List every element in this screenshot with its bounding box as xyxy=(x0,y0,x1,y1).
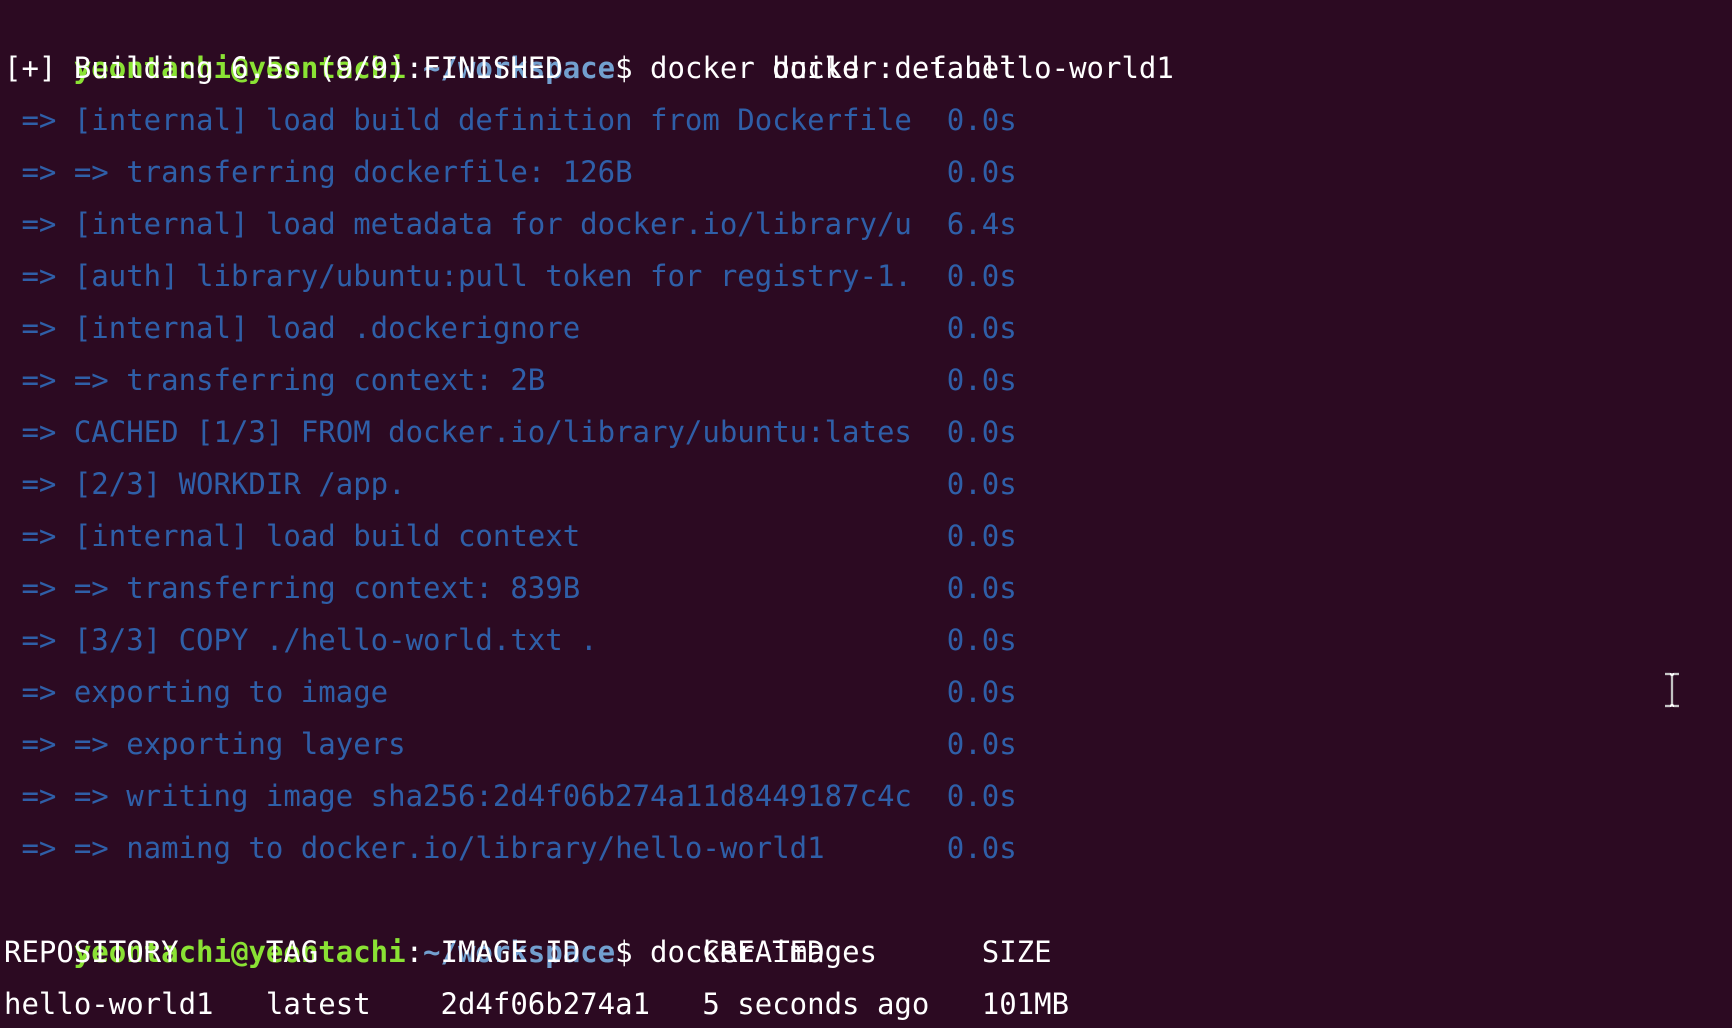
build-step: => [auth] library/ubuntu:pull token for … xyxy=(4,259,1017,293)
build-step: => [internal] load build context 0.0s xyxy=(4,519,1017,553)
build-step: => => naming to docker.io/library/hello-… xyxy=(4,831,1017,865)
build-step: => => transferring dockerfile: 126B 0.0s xyxy=(4,155,1017,189)
build-step: => [internal] load .dockerignore 0.0s xyxy=(4,311,1017,345)
build-step: => [internal] load metadata for docker.i… xyxy=(4,207,1017,241)
images-table-row: hello-world1 latest 2d4f06b274a1 5 secon… xyxy=(4,987,1070,1021)
prompt-line-images: yeontachi@yeontachi:~/workspace$ docker … xyxy=(4,874,1732,969)
build-step: => => transferring context: 2B 0.0s xyxy=(4,363,1017,397)
terminal-window[interactable]: yeontachi@yeontachi:~/workspace$ docker … xyxy=(0,0,1732,1028)
build-step: => [internal] load build definition from… xyxy=(4,103,1017,137)
images-table-header: REPOSITORY TAG IMAGE ID CREATED SIZE xyxy=(4,935,1052,969)
build-step: => => transferring context: 839B 0.0s xyxy=(4,571,1017,605)
build-step: => exporting to image 0.0s xyxy=(4,675,1017,709)
prompt-line-build: yeontachi@yeontachi:~/workspace$ docker … xyxy=(4,0,1732,85)
build-step: => => writing image sha256:2d4f06b274a11… xyxy=(4,779,1017,813)
text-cursor-ibeam-icon xyxy=(1662,672,1682,708)
build-step: => => exporting layers 0.0s xyxy=(4,727,1017,761)
build-step: => [3/3] COPY ./hello-world.txt . 0.0s xyxy=(4,623,1017,657)
build-step: => CACHED [1/3] FROM docker.io/library/u… xyxy=(4,415,1017,449)
build-header: [+] Building 6.5s (9/9) FINISHED docker:… xyxy=(4,51,1017,85)
build-step: => [2/3] WORKDIR /app. 0.0s xyxy=(4,467,1017,501)
